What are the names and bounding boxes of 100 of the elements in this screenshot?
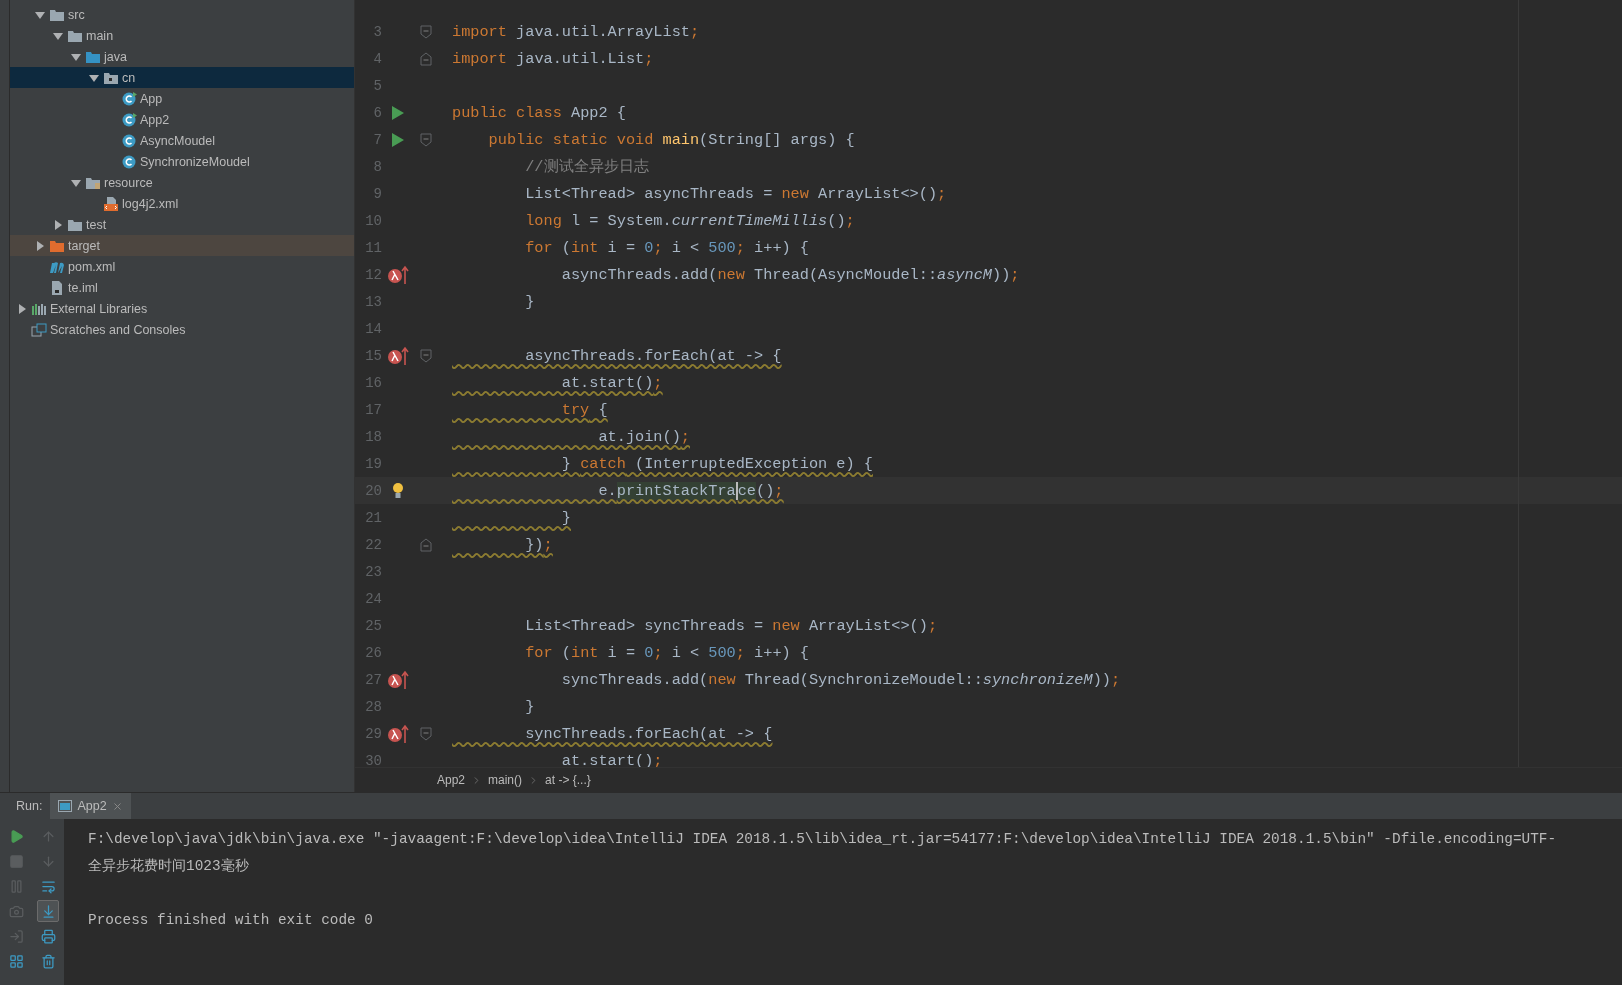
tree-item[interactable]: Scratches and Consoles (10, 319, 354, 340)
line-number: 29 (364, 725, 382, 742)
tree-item[interactable]: src (10, 4, 354, 25)
tree-item[interactable]: resource (10, 172, 354, 193)
tree-item[interactable]: AsyncMoudel (10, 130, 354, 151)
code-line: for (int i = 0; i < 500; i++) { (524, 238, 809, 257)
console-output: 全异步花费时间1023毫秒 (88, 857, 250, 876)
tree-item[interactable]: cn (10, 67, 354, 88)
code-line: }); (524, 535, 553, 554)
tree-item-label: App (140, 91, 163, 106)
dump-icon (8, 903, 24, 919)
line-number: 13 (364, 293, 382, 310)
lambda-icon[interactable] (387, 669, 409, 690)
line-number: 15 (364, 347, 382, 364)
tree-item[interactable]: main (10, 25, 354, 46)
line-number: 6 (372, 104, 382, 121)
collapsed-arrow-icon[interactable] (34, 239, 46, 252)
tree-item[interactable]: target (10, 235, 354, 256)
tree-item[interactable]: App2 (10, 109, 354, 130)
tree-item[interactable]: pom.xml (10, 256, 354, 277)
code-line: syncThreads.forEach(at -> { (524, 724, 773, 743)
line-number: 12 (364, 266, 382, 283)
stop-icon (8, 853, 24, 869)
xml-file-icon (103, 195, 119, 212)
code-line: List<Thread> syncThreads = new ArrayList<>(); (524, 616, 938, 635)
line-number: 7 (372, 131, 382, 148)
line-number: 8 (372, 158, 382, 175)
line-number: 30 (364, 752, 382, 767)
line-number: 9 (372, 185, 382, 202)
line-number: 21 (364, 509, 382, 526)
run-icon[interactable] (391, 104, 405, 121)
code-line: public static void main(String[] args) { (487, 130, 855, 149)
run-tab[interactable]: App2 (50, 793, 131, 819)
tree-item[interactable]: External Libraries (10, 298, 354, 319)
print-icon (40, 928, 56, 944)
breadcrumb[interactable]: at -> {...} (545, 773, 591, 787)
lambda-icon[interactable] (387, 264, 409, 285)
code-line: } catch (InterruptedException e) { (560, 454, 873, 473)
code-line: try { (560, 400, 608, 419)
code-line: asyncThreads.forEach(at -> { (524, 346, 782, 365)
down-icon (40, 853, 56, 869)
close-icon[interactable] (111, 800, 123, 812)
class-icon (121, 90, 137, 107)
tree-item-label: cn (122, 70, 136, 85)
scroll-to-end-button[interactable] (37, 900, 59, 922)
code-line: syncThreads.add(new Thread(SynchronizeMoudel::synchronizeM)); (560, 670, 1121, 689)
line-number: 27 (364, 671, 382, 688)
tree-item[interactable]: log4j2.xml (10, 193, 354, 214)
class-icon (121, 132, 137, 149)
console-exit-message: Process finished with exit code 0 (88, 910, 374, 930)
tree-item-label: test (86, 217, 107, 232)
tree-item-label: te.iml (68, 280, 98, 295)
line-number: 28 (364, 698, 382, 715)
tree-item-label: Scratches and Consoles (50, 322, 186, 337)
breadcrumb[interactable]: App2 (437, 773, 466, 787)
breadcrumb[interactable]: main() (488, 773, 523, 787)
trash-icon (40, 953, 56, 969)
lambda-icon[interactable] (387, 723, 409, 744)
tree-item-label: AsyncMoudel (140, 133, 216, 148)
class-icon (121, 111, 137, 128)
line-number: 17 (364, 401, 382, 418)
run-label: Run: (15, 799, 44, 813)
fold-icon[interactable] (420, 348, 432, 363)
fold-icon[interactable] (420, 537, 432, 552)
line-number: 24 (364, 590, 382, 607)
line-number: 16 (364, 374, 382, 391)
fold-icon[interactable] (420, 24, 432, 39)
tree-item[interactable]: App (10, 88, 354, 109)
line-number: 26 (364, 644, 382, 661)
code-line: } (524, 292, 535, 311)
code-line: at.start(); (560, 373, 663, 392)
line-number: 5 (372, 77, 382, 94)
tree-item[interactable]: SynchronizeMoudel (10, 151, 354, 172)
collapsed-arrow-icon[interactable] (52, 218, 64, 231)
fold-icon[interactable] (420, 51, 432, 66)
lightbulb-icon[interactable] (391, 481, 405, 500)
line-number: 25 (364, 617, 382, 634)
tree-item-label: log4j2.xml (122, 196, 179, 211)
code-line: import java.util.List; (451, 49, 654, 68)
tree-item-label: resource (104, 175, 153, 190)
code-line: import java.util.ArrayList; (451, 22, 700, 41)
code-line: long l = System.currentTimeMillis(); (524, 211, 855, 230)
fold-icon[interactable] (420, 726, 432, 741)
run-icon[interactable] (391, 131, 405, 148)
line-number: 19 (364, 455, 382, 472)
tree-item-label: External Libraries (50, 301, 148, 316)
module-file-icon (49, 279, 65, 296)
exit-icon (8, 928, 24, 944)
run-icon (8, 828, 24, 844)
tree-item[interactable]: test (10, 214, 354, 235)
tree-item[interactable]: te.iml (10, 277, 354, 298)
console-icon (58, 800, 73, 812)
collapsed-arrow-icon[interactable] (16, 302, 28, 315)
lambda-icon[interactable] (387, 345, 409, 366)
tree-item[interactable]: java (10, 46, 354, 67)
tree-item-label: java (104, 49, 127, 64)
line-number: 3 (372, 23, 382, 40)
line-number: 22 (364, 536, 382, 553)
fold-icon[interactable] (420, 132, 432, 147)
wrap-icon (40, 878, 56, 894)
